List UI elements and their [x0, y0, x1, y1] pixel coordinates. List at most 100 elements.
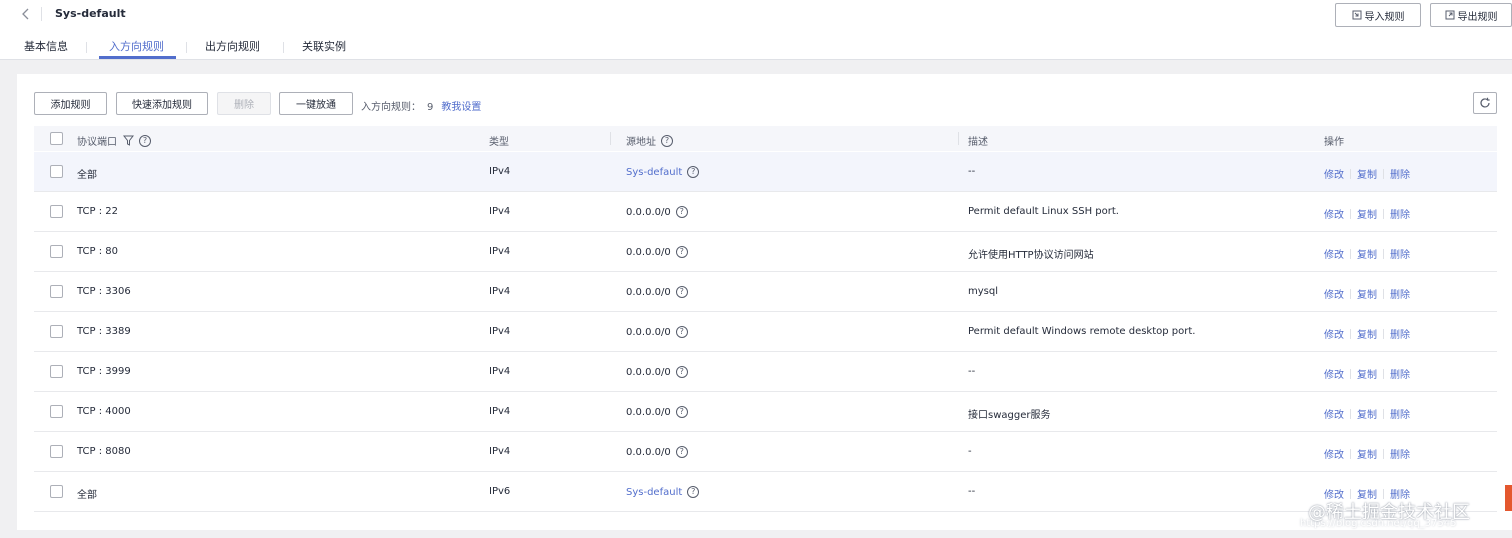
copy-link[interactable]: 复制: [1357, 406, 1377, 421]
row-source-value: 0.0.0.0/0: [626, 326, 671, 338]
row-actions: 修改 复制 删除: [1324, 326, 1410, 341]
edit-link[interactable]: 修改: [1324, 206, 1344, 221]
copy-link[interactable]: 复制: [1357, 286, 1377, 301]
copy-link[interactable]: 复制: [1357, 366, 1377, 381]
import-rules-button[interactable]: 导入规则: [1335, 3, 1421, 27]
row-actions: 修改 复制 删除: [1324, 166, 1410, 181]
tab-inbound-rules[interactable]: 入方向规则: [109, 38, 164, 54]
delete-button[interactable]: 删除: [217, 92, 271, 115]
help-icon[interactable]: ?: [675, 446, 688, 458]
active-tab-indicator: [99, 56, 176, 59]
select-all-checkbox[interactable]: [50, 132, 63, 145]
column-type: 类型: [489, 137, 509, 148]
back-button[interactable]: [18, 4, 34, 24]
edit-link[interactable]: 修改: [1324, 446, 1344, 461]
row-protocol-port: TCP : 3306: [77, 286, 131, 297]
edit-link[interactable]: 修改: [1324, 366, 1344, 381]
row-source-value: 0.0.0.0/0: [626, 406, 671, 418]
import-rules-label: 导入规则: [1364, 11, 1405, 23]
edit-link[interactable]: 修改: [1324, 406, 1344, 421]
action-divider: [1350, 408, 1351, 419]
row-protocol-port: TCP : 3389: [77, 326, 131, 337]
tab-associated-instances[interactable]: 关联实例: [302, 38, 346, 54]
row-checkbox[interactable]: [50, 325, 63, 338]
row-type: IPv4: [489, 166, 511, 177]
copy-link[interactable]: 复制: [1357, 326, 1377, 341]
row-type: IPv4: [489, 366, 511, 377]
add-rule-button[interactable]: 添加规则: [34, 92, 107, 115]
column-divider: [958, 132, 959, 145]
delete-link[interactable]: 删除: [1390, 246, 1410, 261]
row-checkbox[interactable]: [50, 205, 63, 218]
help-icon[interactable]: ?: [687, 486, 700, 498]
action-divider: [1350, 208, 1351, 219]
row-source-value: 0.0.0.0/0: [626, 286, 671, 298]
help-icon[interactable]: ?: [687, 166, 700, 178]
side-feedback-tab[interactable]: [1505, 485, 1512, 511]
row-protocol-port: TCP : 3999: [77, 366, 131, 377]
action-divider: [1350, 328, 1351, 339]
copy-link[interactable]: 复制: [1357, 166, 1377, 181]
table-row: 全部 IPv6 Sys-default? -- 修改 复制 删除: [34, 472, 1497, 512]
row-protocol-port: 全部: [77, 490, 97, 501]
edit-link[interactable]: 修改: [1324, 326, 1344, 341]
row-checkbox[interactable]: [50, 445, 63, 458]
row-checkbox[interactable]: [50, 245, 63, 258]
delete-link[interactable]: 删除: [1390, 326, 1410, 341]
action-divider: [1350, 248, 1351, 259]
top-bar: Sys-default 导入规则 导出规则 基本信息 入方向规则 出方向规则 关…: [0, 0, 1512, 60]
row-type: IPv6: [489, 486, 511, 497]
row-type: IPv4: [489, 286, 511, 297]
tab-basic-info[interactable]: 基本信息: [24, 38, 68, 54]
help-icon[interactable]: ?: [675, 286, 688, 298]
help-icon[interactable]: ?: [675, 326, 688, 338]
export-rules-button[interactable]: 导出规则: [1430, 3, 1512, 27]
quick-add-rule-button[interactable]: 快速添加规则: [116, 92, 208, 115]
help-icon[interactable]: ?: [675, 246, 688, 258]
row-source-link[interactable]: Sys-default: [626, 487, 682, 498]
action-divider: [1350, 448, 1351, 459]
copy-link[interactable]: 复制: [1357, 446, 1377, 461]
column-protocol-port: 协议端口 ?: [77, 133, 151, 148]
help-icon[interactable]: ?: [661, 134, 673, 147]
row-protocol-port: 全部: [77, 170, 97, 181]
row-checkbox[interactable]: [50, 405, 63, 418]
row-checkbox[interactable]: [50, 165, 63, 178]
help-icon[interactable]: ?: [675, 206, 688, 218]
filter-icon[interactable]: [123, 135, 134, 146]
delete-link[interactable]: 删除: [1390, 166, 1410, 181]
row-checkbox[interactable]: [50, 485, 63, 498]
help-icon[interactable]: ?: [139, 134, 151, 147]
copy-link[interactable]: 复制: [1357, 206, 1377, 221]
edit-link[interactable]: 修改: [1324, 286, 1344, 301]
delete-link[interactable]: 删除: [1390, 406, 1410, 421]
row-description: -: [968, 446, 972, 457]
row-type: IPv4: [489, 206, 511, 217]
edit-link[interactable]: 修改: [1324, 246, 1344, 261]
row-checkbox[interactable]: [50, 365, 63, 378]
help-icon[interactable]: ?: [675, 366, 688, 378]
column-source: 源地址 ?: [626, 133, 673, 148]
help-icon[interactable]: ?: [675, 406, 688, 418]
delete-link[interactable]: 删除: [1390, 366, 1410, 381]
row-checkbox[interactable]: [50, 285, 63, 298]
one-click-open-button[interactable]: 一键放通: [279, 92, 353, 115]
page-title: Sys-default: [55, 7, 126, 20]
action-divider: [1383, 288, 1384, 299]
help-setup-link[interactable]: 教我设置: [441, 102, 481, 113]
tab-outbound-rules[interactable]: 出方向规则: [205, 38, 260, 54]
delete-link[interactable]: 删除: [1390, 286, 1410, 301]
inbound-rules-count: 入方向规则： 9 教我设置: [361, 98, 481, 113]
table-row: TCP : 3306 IPv4 0.0.0.0/0? mysql 修改 复制 删除: [34, 272, 1497, 312]
row-source-value: 0.0.0.0/0: [626, 366, 671, 378]
table-row: TCP : 80 IPv4 0.0.0.0/0? 允许使用HTTP协议访问网站 …: [34, 232, 1497, 272]
copy-link[interactable]: 复制: [1357, 246, 1377, 261]
refresh-button[interactable]: [1473, 92, 1497, 114]
row-source-link[interactable]: Sys-default: [626, 167, 682, 178]
edit-link[interactable]: 修改: [1324, 166, 1344, 181]
table-row: TCP : 22 IPv4 0.0.0.0/0? Permit default …: [34, 192, 1497, 232]
rules-count-value: 9: [427, 102, 434, 113]
action-divider: [1350, 368, 1351, 379]
delete-link[interactable]: 删除: [1390, 446, 1410, 461]
delete-link[interactable]: 删除: [1390, 206, 1410, 221]
